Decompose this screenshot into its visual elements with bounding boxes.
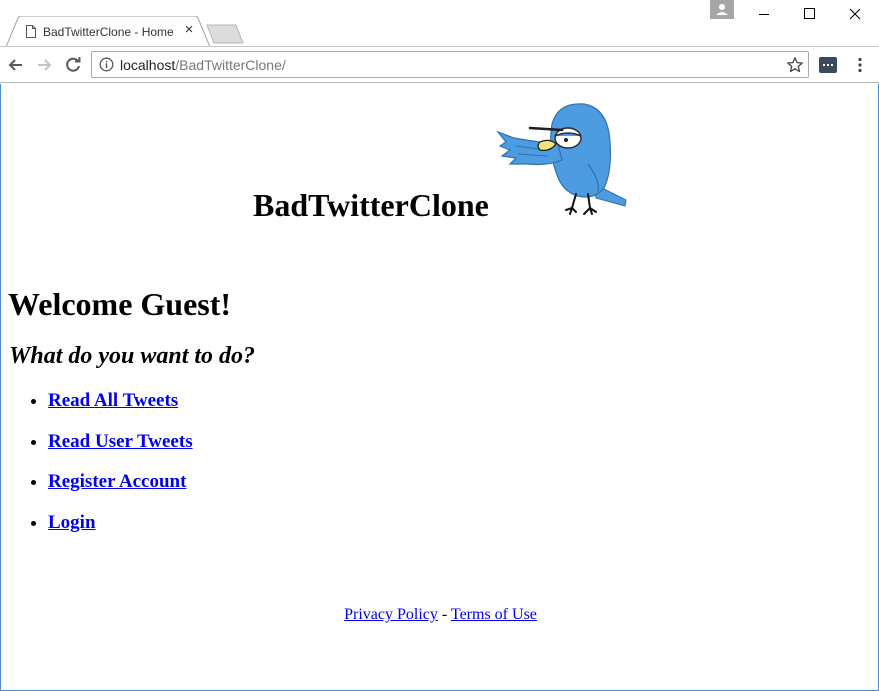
prompt-heading: What do you want to do? [9, 343, 256, 369]
url-text: localhost/BadTwitterClone/ [120, 57, 286, 73]
url-host: localhost [120, 57, 176, 73]
arrow-left-icon[interactable] [5, 54, 27, 76]
extension-dots [823, 64, 833, 66]
maximize-button[interactable] [787, 0, 833, 30]
profile-button[interactable] [710, 0, 734, 19]
list-item: Register Account [48, 471, 193, 512]
privacy-policy-link[interactable]: Privacy Policy [344, 606, 438, 623]
window-close-icon [849, 8, 861, 20]
maximize-icon [804, 8, 815, 19]
arrow-right-icon[interactable] [33, 54, 55, 76]
page-viewport: BadTwitterClone Welcome Guest! What do y… [0, 84, 879, 691]
close-icon[interactable]: × [183, 22, 195, 37]
register-account-link[interactable]: Register Account [48, 471, 186, 492]
read-user-tweets-link[interactable]: Read User Tweets [48, 431, 193, 452]
list-item: Login [48, 512, 193, 553]
info-icon[interactable] [99, 57, 114, 72]
read-all-tweets-link[interactable]: Read All Tweets [48, 390, 178, 411]
browser-toolbar: localhost/BadTwitterClone/ [0, 46, 879, 83]
grumpy-bird-logo [496, 103, 627, 215]
list-item: Read All Tweets [48, 390, 193, 431]
browser-tab-active[interactable]: BadTwitterClone - Home × [6, 16, 210, 47]
minimize-icon [759, 14, 769, 15]
list-item: Read User Tweets [48, 431, 193, 472]
login-link[interactable]: Login [48, 512, 96, 533]
address-bar[interactable]: localhost/BadTwitterClone/ [91, 51, 809, 78]
new-tab-button[interactable] [206, 24, 244, 44]
footer-separator: - [437, 606, 451, 623]
kebab-menu-icon[interactable] [851, 56, 869, 74]
person-icon [716, 4, 728, 15]
star-icon[interactable] [786, 56, 804, 74]
page-icon [26, 25, 36, 38]
tab-title: BadTwitterClone - Home [43, 25, 174, 39]
url-path: /BadTwitterClone/ [175, 57, 286, 73]
welcome-heading: Welcome Guest! [8, 286, 232, 322]
site-title: BadTwitterClone [253, 187, 489, 223]
extension-icon[interactable] [819, 57, 837, 73]
minimize-button[interactable] [741, 0, 787, 30]
page-footer: Privacy Policy - Terms of Use [1, 606, 879, 624]
terms-of-use-link[interactable]: Terms of Use [451, 606, 537, 623]
window-close-button[interactable] [833, 0, 879, 30]
reload-icon[interactable] [62, 54, 84, 76]
browser-title-bar: BadTwitterClone - Home × [0, 0, 879, 47]
action-menu: Read All Tweets Read User Tweets Registe… [48, 390, 193, 553]
